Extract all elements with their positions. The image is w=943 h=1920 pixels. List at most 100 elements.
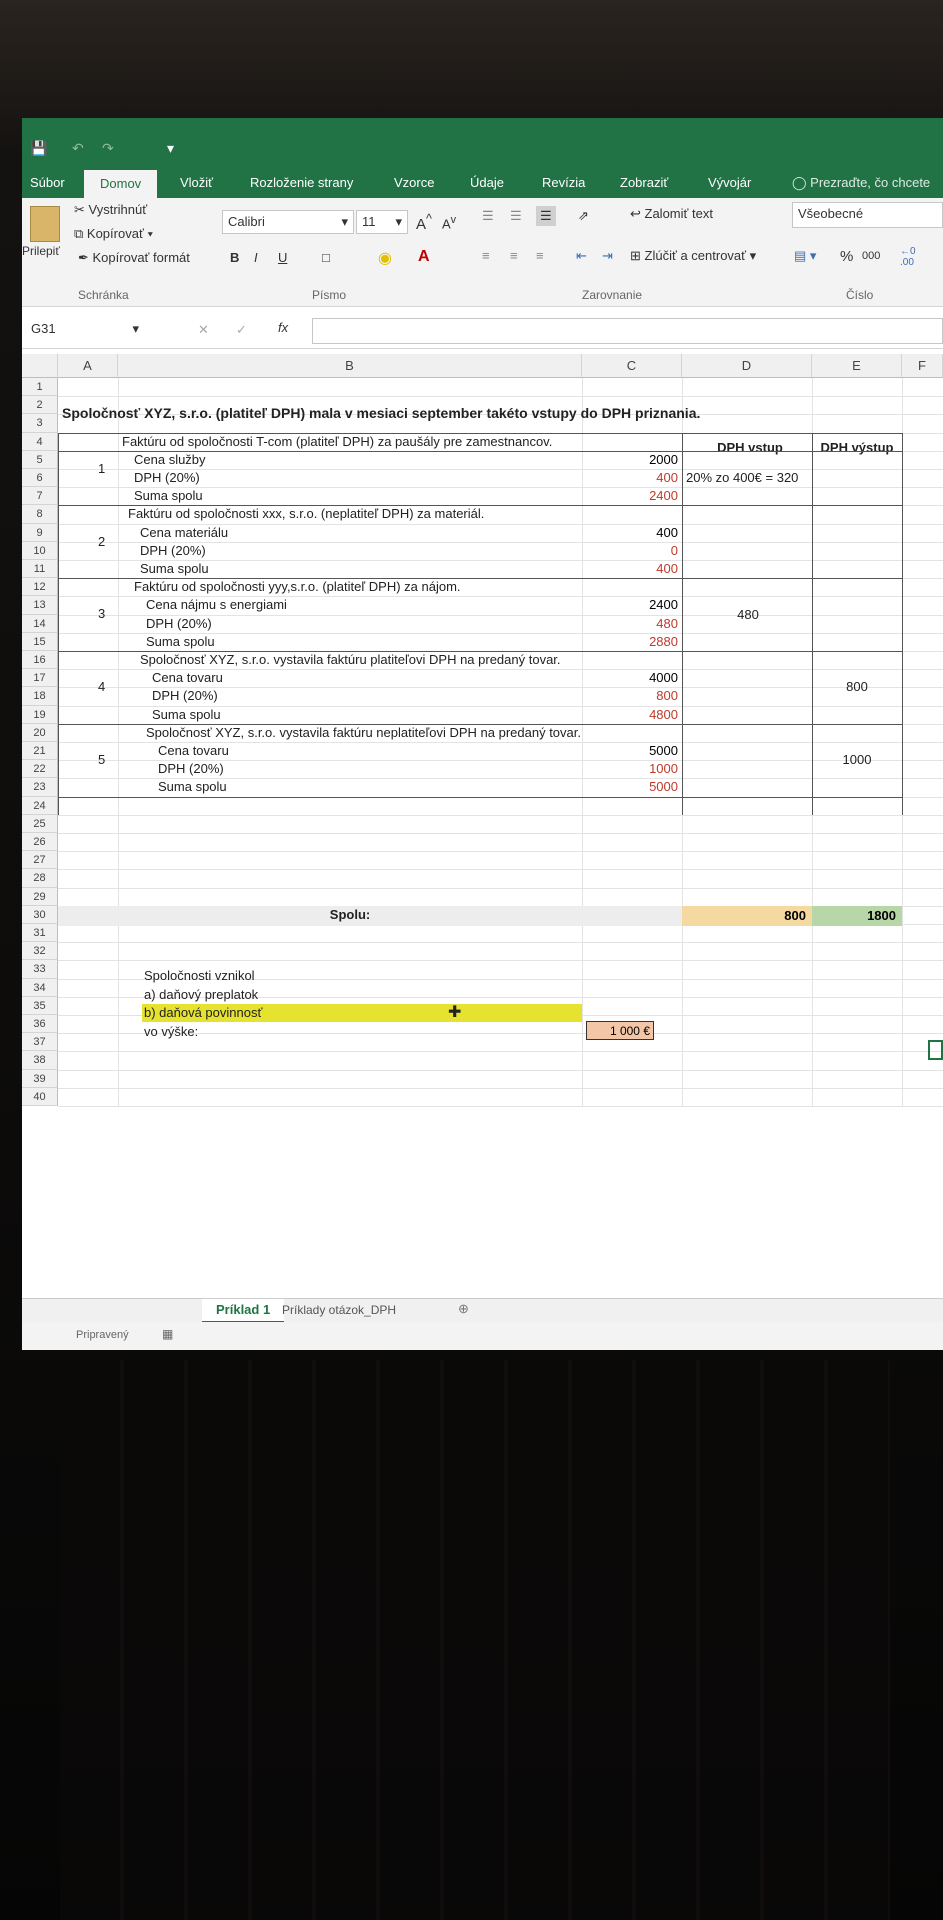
- row-header[interactable]: 37: [22, 1033, 58, 1052]
- number-format-select[interactable]: Všeobecné: [792, 202, 943, 228]
- cell-value[interactable]: 1000: [582, 761, 678, 776]
- copy-button[interactable]: ⧉ Kopírovať ▾: [74, 226, 153, 242]
- align-center-icon[interactable]: ≡: [510, 248, 518, 263]
- row-header[interactable]: 17: [22, 669, 58, 688]
- align-left-icon[interactable]: ≡: [482, 248, 490, 263]
- cell-value[interactable]: 2400: [582, 488, 678, 503]
- tab-developer[interactable]: Vývojár: [708, 175, 751, 190]
- insert-function-icon[interactable]: fx: [278, 320, 288, 335]
- row-header[interactable]: 36: [22, 1015, 58, 1034]
- select-all-corner[interactable]: [22, 354, 58, 378]
- row-header[interactable]: 23: [22, 778, 58, 797]
- sheet-tab-priklad-1[interactable]: Príklad 1: [202, 1299, 285, 1323]
- dph-vystup-value[interactable]: 1000: [812, 752, 902, 767]
- row-header[interactable]: 31: [22, 924, 58, 943]
- row-header[interactable]: 3: [22, 414, 58, 433]
- enter-icon[interactable]: ✓: [236, 322, 247, 338]
- cell-value[interactable]: 0: [582, 543, 678, 558]
- row-header[interactable]: 35: [22, 996, 58, 1015]
- row-header[interactable]: 6: [22, 469, 58, 488]
- italic-button[interactable]: I: [254, 250, 258, 265]
- column-header-a[interactable]: A: [58, 354, 118, 378]
- align-right-icon[interactable]: ≡: [536, 248, 544, 263]
- increase-decimal-icon[interactable]: ←0.00: [900, 246, 916, 268]
- row-header[interactable]: 27: [22, 851, 58, 870]
- cell-value[interactable]: 5000: [582, 743, 678, 758]
- align-top-icon[interactable]: ☰: [482, 208, 494, 224]
- row-header[interactable]: 1: [22, 378, 58, 397]
- row-header[interactable]: 2: [22, 396, 58, 415]
- name-box[interactable]: G31 ▾: [26, 318, 144, 344]
- tab-page-layout[interactable]: Rozloženie strany: [250, 175, 353, 190]
- align-bottom-icon[interactable]: ☰: [536, 206, 556, 226]
- paste-icon[interactable]: [30, 206, 60, 242]
- cut-button[interactable]: ✂ Vystrihnúť: [74, 202, 147, 218]
- increase-font-icon[interactable]: A^: [416, 212, 432, 233]
- borders-icon[interactable]: □: [322, 250, 330, 265]
- row-header[interactable]: 26: [22, 833, 58, 852]
- row-header[interactable]: 8: [22, 505, 58, 524]
- formula-input[interactable]: [312, 318, 943, 344]
- macro-record-icon[interactable]: ▦: [162, 1327, 173, 1341]
- indent-decrease-icon[interactable]: ⇤: [576, 248, 587, 264]
- row-header[interactable]: 34: [22, 978, 58, 997]
- paste-button[interactable]: Prilepiť: [22, 244, 60, 258]
- row-header[interactable]: 4: [22, 432, 58, 451]
- row-header[interactable]: 11: [22, 560, 58, 579]
- format-painter-button[interactable]: ✒ Kopírovať formát: [78, 250, 190, 266]
- add-sheet-icon[interactable]: ⊕: [458, 1301, 469, 1317]
- row-header[interactable]: 5: [22, 450, 58, 469]
- row-header[interactable]: 28: [22, 869, 58, 888]
- tab-insert[interactable]: Vložiť: [180, 175, 213, 190]
- tab-review[interactable]: Revízia: [542, 175, 585, 190]
- save-icon[interactable]: 💾: [30, 140, 47, 157]
- row-header[interactable]: 30: [22, 905, 58, 924]
- dph-vystup-value[interactable]: 800: [812, 679, 902, 694]
- cell-value[interactable]: 400: [582, 561, 678, 576]
- column-header-f[interactable]: F: [902, 354, 943, 378]
- cancel-icon[interactable]: ✕: [198, 322, 209, 338]
- align-middle-icon[interactable]: ☰: [510, 208, 522, 224]
- cell-value[interactable]: 400: [582, 525, 678, 540]
- tell-me-search[interactable]: ◯ Prezraďte, čo chcete: [792, 175, 930, 191]
- cell-value[interactable]: 5000: [582, 779, 678, 794]
- row-header[interactable]: 33: [22, 960, 58, 979]
- active-cell-indicator[interactable]: [928, 1040, 943, 1060]
- cell-value[interactable]: 800: [582, 688, 678, 703]
- font-name-select[interactable]: Calibri ▾: [222, 210, 354, 234]
- sheet-tab-priklady-otazok[interactable]: Príklady otázok_DPH: [282, 1303, 396, 1317]
- column-header-c[interactable]: C: [582, 354, 682, 378]
- row-header[interactable]: 15: [22, 632, 58, 651]
- row-header[interactable]: 32: [22, 942, 58, 961]
- row-header[interactable]: 18: [22, 687, 58, 706]
- font-color-icon[interactable]: A: [418, 248, 430, 266]
- column-header-b[interactable]: B: [118, 354, 582, 378]
- redo-icon[interactable]: ↷: [102, 140, 114, 157]
- row-header[interactable]: 9: [22, 523, 58, 542]
- worksheet-grid[interactable]: A B C D E F 1 2 3 4 5 6 7 8 9 10 11 12 13 14 15 16 17 18 1…: [22, 354, 943, 1314]
- row-header[interactable]: 20: [22, 723, 58, 742]
- row-header[interactable]: 38: [22, 1051, 58, 1070]
- fill-color-icon[interactable]: ◉: [378, 248, 392, 268]
- cell-value[interactable]: 2400: [582, 597, 678, 612]
- indent-increase-icon[interactable]: ⇥: [602, 248, 613, 264]
- orientation-icon[interactable]: ⇗: [578, 208, 589, 224]
- row-header[interactable]: 16: [22, 651, 58, 670]
- wrap-text-button[interactable]: ↩ Zalomiť text: [630, 206, 713, 222]
- row-header[interactable]: 40: [22, 1087, 58, 1106]
- row-header[interactable]: 21: [22, 742, 58, 761]
- tab-view[interactable]: Zobraziť: [620, 175, 668, 190]
- cell-value[interactable]: 4000: [582, 670, 678, 685]
- row-header[interactable]: 39: [22, 1069, 58, 1088]
- column-header-d[interactable]: D: [682, 354, 812, 378]
- row-header[interactable]: 19: [22, 705, 58, 724]
- row-header[interactable]: 13: [22, 596, 58, 615]
- row-header[interactable]: 29: [22, 887, 58, 906]
- dph-vstup-value[interactable]: 20% zo 400€ = 320: [686, 470, 810, 485]
- row-header[interactable]: 25: [22, 814, 58, 833]
- cell-value[interactable]: 480: [582, 616, 678, 631]
- cell-value[interactable]: 2000: [582, 452, 678, 467]
- tab-file[interactable]: Súbor: [30, 175, 65, 190]
- underline-button[interactable]: U: [278, 250, 287, 265]
- cell-value[interactable]: 2880: [582, 634, 678, 649]
